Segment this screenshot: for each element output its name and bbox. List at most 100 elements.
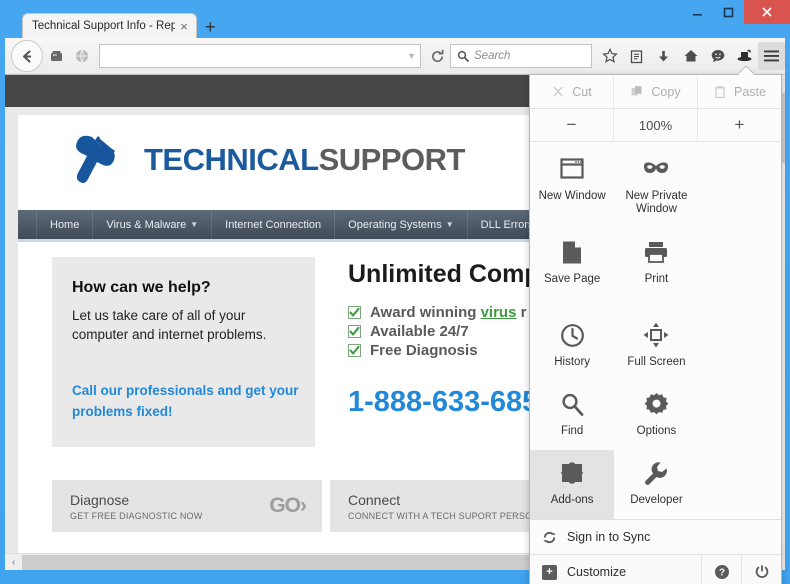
cut-button[interactable]: Cut xyxy=(530,75,614,108)
card-go-button[interactable]: GO› xyxy=(269,494,307,518)
tab-title: Technical Support Info - Repair... xyxy=(32,20,175,32)
nav-item-virus-malware[interactable]: Virus & Malware ▼ xyxy=(93,210,213,239)
nav-item-internet-connection[interactable]: Internet Connection xyxy=(212,210,336,239)
back-button[interactable] xyxy=(11,40,43,72)
menu-item-new-window[interactable]: New Window xyxy=(530,146,614,229)
zoom-controls-row: − 100% + xyxy=(530,109,781,142)
menu-item-label: Full Screen xyxy=(627,356,686,368)
address-bar[interactable]: ▼ xyxy=(99,44,421,68)
menu-item-label: Add-ons xyxy=(550,494,594,506)
sync-icon xyxy=(543,531,556,543)
help-box-body: Let us take care of all of your computer… xyxy=(72,308,267,342)
maximize-button[interactable] xyxy=(713,0,744,24)
chevron-down-icon[interactable]: ▼ xyxy=(407,51,416,61)
paste-button[interactable]: Paste xyxy=(698,75,781,108)
benefit-text: Free Diagnosis xyxy=(370,342,478,359)
home-icon[interactable] xyxy=(677,42,704,70)
puzzle-icon xyxy=(559,459,585,487)
menu-item-options[interactable]: Options xyxy=(614,381,698,450)
menu-item-new-private-window[interactable]: New Private Window xyxy=(614,146,698,229)
zoom-in-button[interactable]: + xyxy=(698,109,781,141)
printer-icon xyxy=(643,238,669,266)
browser-window: Technical Support Info - Repair... × + xyxy=(0,0,790,584)
mask-icon xyxy=(642,155,670,183)
menu-item-print[interactable]: Print xyxy=(614,229,698,298)
zoom-out-button[interactable]: − xyxy=(530,109,614,141)
menu-item-label: Developer xyxy=(630,494,683,506)
nav-label: DLL Errors xyxy=(480,218,534,231)
check-icon xyxy=(348,306,361,319)
quit-button[interactable] xyxy=(741,555,781,584)
benefit-text: Award winning virus r xyxy=(370,304,527,321)
window-icon xyxy=(559,155,585,183)
menu-grid: New Window New Private Window Save Page … xyxy=(530,142,781,519)
search-box[interactable]: Search xyxy=(450,44,592,68)
reading-list-icon[interactable] xyxy=(623,42,650,70)
firefox-menu-panel: Cut Copy Paste − 100% + New Window New P… xyxy=(529,74,782,584)
search-placeholder: Search xyxy=(474,50,511,62)
hamburger-menu-button[interactable] xyxy=(758,42,785,70)
nav-item-operating-systems[interactable]: Operating Systems ▼ xyxy=(335,210,468,239)
clipboard-icon xyxy=(715,85,725,98)
close-button[interactable] xyxy=(744,0,790,24)
power-icon xyxy=(755,565,768,578)
chevron-down-icon: ▼ xyxy=(190,220,199,229)
magnifier-icon xyxy=(560,390,585,418)
svg-text:?: ? xyxy=(718,568,724,579)
page-icon xyxy=(561,238,583,266)
chevron-down-icon: ▼ xyxy=(445,220,454,229)
menu-item-full-screen[interactable]: Full Screen xyxy=(614,312,698,381)
menu-item-add-ons[interactable]: Add-ons xyxy=(530,450,615,519)
card-diagnose[interactable]: Diagnose Get free diagnostic now GO› xyxy=(52,480,322,532)
check-icon xyxy=(348,325,361,338)
globe-icon[interactable] xyxy=(69,48,95,64)
benefit-text: Available 24/7 xyxy=(370,323,469,340)
navigation-toolbar: ▼ Search xyxy=(5,38,785,75)
plus-icon: + xyxy=(542,564,557,580)
menu-item-label: Save Page xyxy=(544,273,601,285)
nav-label: Virus & Malware xyxy=(106,218,187,231)
zoom-level-value[interactable]: 100% xyxy=(614,109,698,141)
reload-button[interactable] xyxy=(424,48,450,64)
minimize-button[interactable] xyxy=(682,0,713,24)
menu-item-label: Find xyxy=(560,425,584,437)
copy-button[interactable]: Copy xyxy=(614,75,698,108)
check-icon xyxy=(348,344,361,357)
virus-link[interactable]: virus xyxy=(481,304,517,321)
nav-item-home[interactable]: Home xyxy=(36,210,94,239)
clock-icon xyxy=(560,321,585,349)
window-controls xyxy=(682,0,790,24)
menu-item-history[interactable]: History xyxy=(530,312,614,381)
menu-item-label: New Window xyxy=(538,190,606,202)
search-icon xyxy=(457,50,469,62)
site-logo[interactable]: TECHNICALSUPPORT xyxy=(68,129,465,191)
help-box: How can we help? Let us take care of all… xyxy=(52,257,315,447)
new-tab-button[interactable]: + xyxy=(205,18,216,36)
call-cta-link[interactable]: Call our professionals and get your prob… xyxy=(72,380,302,422)
browser-tab[interactable]: Technical Support Info - Repair... × xyxy=(22,13,197,38)
menu-item-save-page[interactable]: Save Page xyxy=(530,229,614,312)
menu-item-developer[interactable]: Developer xyxy=(614,450,698,519)
logo-text: TECHNICALSUPPORT xyxy=(144,142,465,178)
bookmark-star-icon[interactable] xyxy=(596,42,623,70)
customize-button[interactable]: + Customize xyxy=(542,564,626,580)
tab-close-icon[interactable]: × xyxy=(175,19,193,34)
card-subtitle: Connect with a tech suport person xyxy=(348,510,539,521)
wrench-screwdriver-icon xyxy=(76,135,117,183)
menu-item-label: Print xyxy=(644,273,669,285)
scroll-left-button[interactable]: ‹ xyxy=(5,554,22,571)
help-button[interactable]: ? xyxy=(701,555,741,584)
downloads-icon[interactable] xyxy=(650,42,677,70)
panel-footer: + Customize ? xyxy=(530,554,781,584)
panel-arrow xyxy=(739,66,757,75)
forward-button[interactable] xyxy=(43,49,69,64)
chat-bubble-icon[interactable] xyxy=(704,42,731,70)
paste-label: Paste xyxy=(734,84,766,99)
scissors-icon xyxy=(553,86,563,96)
logo-text-primary: TECHNICAL xyxy=(144,142,319,177)
menu-item-find[interactable]: Find xyxy=(530,381,614,450)
gear-icon xyxy=(644,390,669,418)
sign-in-to-sync-button[interactable]: Sign in to Sync xyxy=(530,519,781,554)
edit-controls-row: Cut Copy Paste xyxy=(530,75,781,109)
nav-label: Internet Connection xyxy=(225,218,322,231)
